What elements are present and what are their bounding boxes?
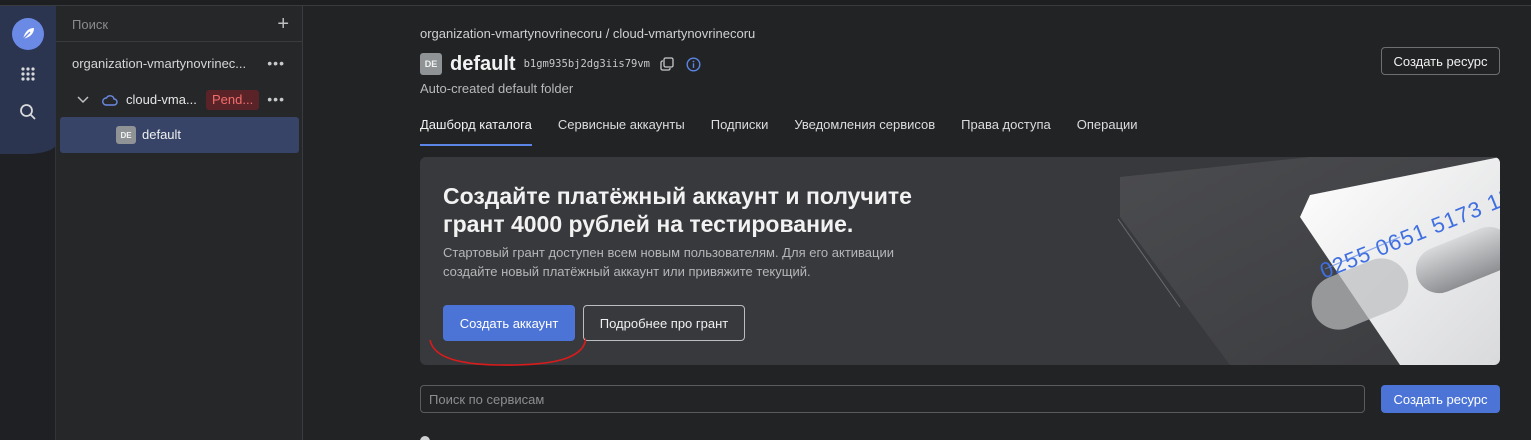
folder-badge: DE <box>116 126 136 144</box>
cloud-console: Поиск + organization-vmartynovrinec... •… <box>0 0 1531 440</box>
main-content: organization-vmartynovrinecoru / cloud-v… <box>304 6 1531 440</box>
copy-icon[interactable] <box>658 55 676 73</box>
promo-title: Создайте платёжный аккаунт и получите гр… <box>443 183 912 237</box>
page-title: default <box>450 52 516 75</box>
cloud-logo-icon[interactable] <box>12 18 44 50</box>
tab-subscriptions[interactable]: Подписки <box>711 112 769 144</box>
red-annotation-underline <box>429 337 586 366</box>
more-options-icon[interactable]: ••• <box>267 91 285 107</box>
tab-operations[interactable]: Операции <box>1077 112 1138 144</box>
tree-item-default-folder[interactable]: DE default <box>60 117 299 153</box>
learn-more-button[interactable]: Подробнее про грант <box>583 305 745 341</box>
tree-search[interactable]: Поиск + <box>56 6 303 42</box>
folder-label[interactable]: default <box>142 127 181 142</box>
create-resource-button[interactable]: Создать ресурс <box>1381 47 1500 75</box>
service-search-input[interactable] <box>421 386 1364 412</box>
create-resource-button-secondary[interactable]: Создать ресурс <box>1381 385 1500 413</box>
tab-bar: Дашборд каталога Сервисные аккаунты Подп… <box>420 112 1164 146</box>
cloud-icon <box>102 95 118 106</box>
services-grid-icon[interactable] <box>16 62 40 86</box>
tree-item-cloud[interactable]: cloud-vma... Pend... ••• <box>56 82 303 118</box>
folder-id: b1gm935bj2dg3iis79vm <box>523 58 650 70</box>
tree-search-label[interactable]: Поиск <box>72 17 108 32</box>
add-icon[interactable]: + <box>277 14 289 34</box>
left-rail <box>0 6 56 440</box>
title-row: DE default b1gm935bj2dg3iis79vm <box>420 50 710 78</box>
tab-service-accounts[interactable]: Сервисные аккаунты <box>558 112 685 144</box>
status-badge: Pend... <box>206 90 260 110</box>
chevron-down-icon[interactable] <box>76 92 90 106</box>
tab-access-rights[interactable]: Права доступа <box>961 112 1051 144</box>
promo-text: Стартовый грант доступен всем новым поль… <box>443 245 894 279</box>
service-search-field[interactable] <box>420 385 1365 413</box>
info-icon[interactable] <box>684 55 702 73</box>
partial-item-icon <box>420 436 430 440</box>
tree-item-organization[interactable]: organization-vmartynovrinec... ••• <box>56 46 303 82</box>
tab-dashboard[interactable]: Дашборд каталога <box>420 112 532 146</box>
cloud-label[interactable]: cloud-vma... <box>126 92 197 107</box>
breadcrumb[interactable]: organization-vmartynovrinecoru / cloud-v… <box>420 26 755 41</box>
tab-service-notifications[interactable]: Уведомления сервисов <box>794 112 935 144</box>
search-icon[interactable] <box>16 100 40 124</box>
folder-badge: DE <box>420 53 442 75</box>
credit-card-illustration: 0255 0651 5173 158 <box>1117 157 1500 365</box>
organization-label[interactable]: organization-vmartynovrinec... <box>72 56 246 71</box>
resource-tree: Поиск + organization-vmartynovrinec... •… <box>56 6 303 440</box>
folder-description: Auto-created default folder <box>420 81 574 96</box>
more-options-icon[interactable]: ••• <box>267 55 285 71</box>
